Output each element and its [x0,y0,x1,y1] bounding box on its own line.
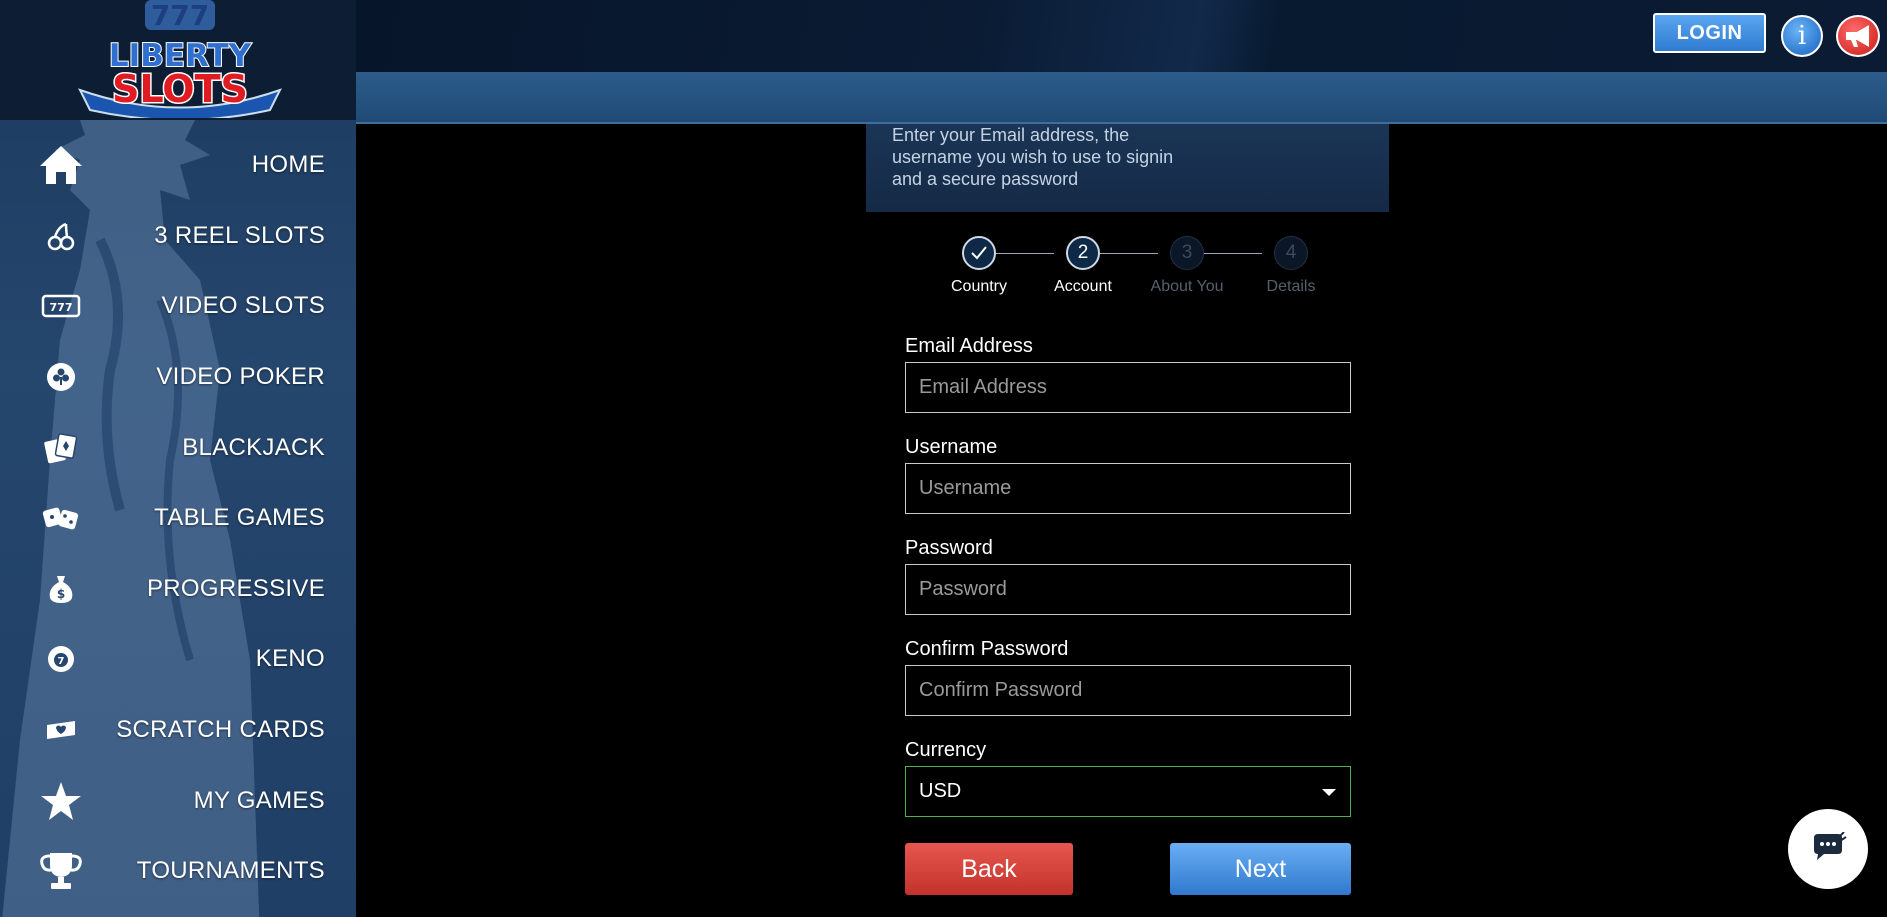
nav-item-video-poker[interactable]: VIDEO POKER [0,342,356,413]
megaphone-icon [1846,25,1869,47]
nav-label: 3 REEL SLOTS [154,221,325,249]
step-country: Country [929,236,1029,296]
next-button[interactable]: Next [1170,843,1351,895]
dice-icon [38,495,84,541]
step-about-you: 3 About You [1137,236,1237,296]
instructions-line: and a secure password [892,169,1079,189]
scratch-card-icon [38,707,84,753]
svg-text:7: 7 [58,656,65,667]
svg-text:$: $ [57,587,65,601]
club-chip-icon [38,354,84,400]
info-icon: i [1797,21,1807,51]
instructions-panel: Enter your Email address, the username y… [866,124,1389,212]
email-field-group: Email Address [905,336,1351,413]
confirm-password-input[interactable] [905,665,1351,716]
password-input[interactable] [905,564,1351,615]
chat-bubbles-icon [1814,832,1847,860]
live-chat-button[interactable] [1788,809,1868,889]
email-label: Email Address [905,335,1033,357]
nav-label: PROGRESSIVE [146,574,325,602]
nav-item-video-slots[interactable]: 777 VIDEO SLOTS [0,271,356,342]
password-field-group: Password [905,538,1351,615]
money-bag-icon: $ [38,566,84,612]
star-icon [38,778,84,824]
email-input[interactable] [905,362,1351,413]
registration-stepper: Country 2 Account 3 About You 4 Details [930,236,1350,306]
nav-item-home[interactable]: HOME [0,130,356,201]
step-details: 4 Details [1241,236,1341,296]
info-button[interactable]: i [1781,15,1823,57]
nav-label: VIDEO POKER [156,363,325,391]
step-circle [962,236,996,270]
caret-down-icon [1322,789,1336,796]
instructions-line: Enter your Email address, the [892,125,1130,145]
step-circle: 3 [1170,236,1204,270]
nav-item-blackjack[interactable]: BLACKJACK [0,412,356,483]
step-label: Country [950,278,1008,295]
username-label: Username [905,436,998,458]
confirm-password-label: Confirm Password [905,638,1069,660]
currency-label: Currency [905,739,987,761]
nav-item-tournaments[interactable]: TOURNAMENTS [0,836,356,907]
nav-item-table-games[interactable]: TABLE GAMES [0,483,356,554]
username-input[interactable] [905,463,1351,514]
nav-label: TOURNAMENTS [136,857,325,885]
step-circle: 2 [1066,236,1100,270]
currency-select[interactable]: USD [905,766,1351,817]
sub-header-bar [356,72,1887,124]
logo-slots: SLOTS [112,67,248,111]
sidebar: 777 LIBERTY SLOTS HOME 3 REEL SLOTS 777 … [0,0,356,917]
step-label: Details [1266,278,1316,295]
logo-sevens: 777 [151,0,209,32]
currency-value: USD [919,780,962,802]
back-button[interactable]: Back [905,843,1073,895]
login-button[interactable]: LOGIN [1653,13,1766,53]
cherries-icon [38,213,84,259]
account-form: Email Address Username Password Confirm … [905,336,1351,841]
step-label: Account [1054,278,1112,295]
step-circle: 4 [1274,236,1308,270]
svg-text:777: 777 [50,301,73,314]
nav-item-keno[interactable]: 7 KENO [0,624,356,695]
currency-field-group: Currency USD [905,740,1351,817]
nav-label: HOME [251,151,325,179]
confirm-password-field-group: Confirm Password [905,639,1351,716]
password-label: Password [905,537,993,559]
checkmark-icon [971,246,987,260]
slot-machine-icon: 777 [38,283,84,329]
step-account: 2 Account [1033,236,1133,296]
instructions-line: username you wish to use to signin [892,147,1174,167]
nav-label: MY GAMES [193,786,325,814]
nav-label: SCRATCH CARDS [116,716,325,744]
home-icon [38,142,84,188]
nav-item-scratch-cards[interactable]: SCRATCH CARDS [0,695,356,766]
trophy-icon [38,848,84,894]
nav-item-progressive[interactable]: $ PROGRESSIVE [0,554,356,625]
username-field-group: Username [905,437,1351,514]
cards-icon [38,425,84,471]
step-label: About You [1150,278,1224,295]
promotions-button[interactable] [1836,15,1880,57]
nav-label: VIDEO SLOTS [161,292,325,320]
nav-label: TABLE GAMES [154,504,325,532]
keno-ball-icon: 7 [38,636,84,682]
nav-item-3-reel-slots[interactable]: 3 REEL SLOTS [0,201,356,272]
main-nav: HOME 3 REEL SLOTS 777 VIDEO SLOTS VIDEO … [0,130,356,907]
nav-label: KENO [255,645,325,673]
nav-label: BLACKJACK [182,433,325,461]
nav-item-my-games[interactable]: MY GAMES [0,765,356,836]
liberty-slots-logo[interactable]: 777 LIBERTY SLOTS [60,0,300,118]
